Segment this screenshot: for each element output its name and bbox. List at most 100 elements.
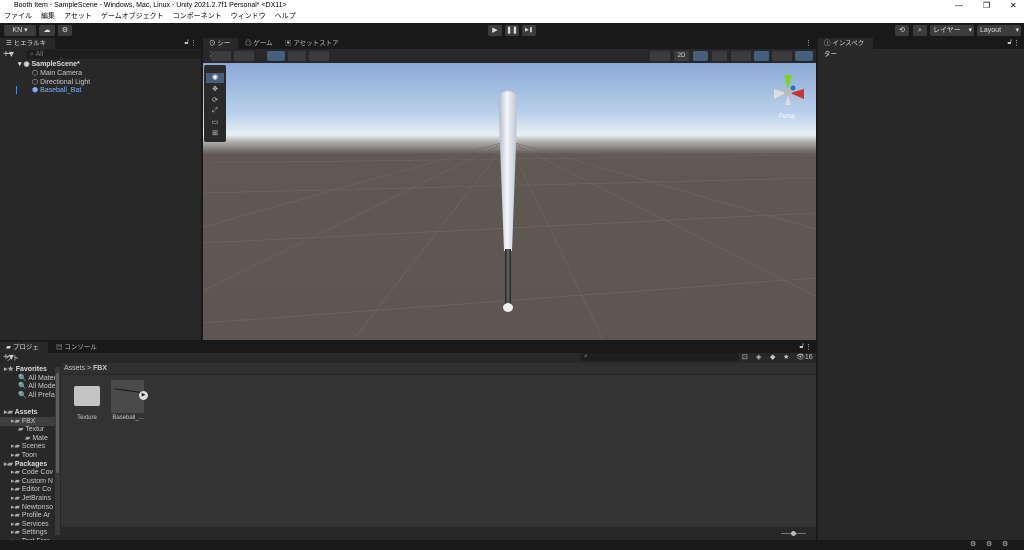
more-icon[interactable]: ⋮: [1013, 39, 1020, 47]
tab-scene[interactable]: ⊙ シーン: [203, 38, 238, 58]
maximize-button[interactable]: ❐: [983, 0, 990, 11]
shading-dropdown[interactable]: [650, 51, 670, 61]
step-button[interactable]: ▶❚: [522, 25, 536, 36]
hierarchy-search-input[interactable]: ⌕ All: [26, 50, 201, 59]
tree-scrollbar[interactable]: [55, 367, 60, 535]
saved-search-icon[interactable]: ◆: [770, 353, 775, 361]
folder-icon: ▸▰: [4, 409, 15, 416]
tab-asset-store[interactable]: ▣ アセットストア: [279, 38, 345, 49]
tree-item-label: Packages: [14, 460, 48, 468]
orientation-gizmo-icon[interactable]: [768, 71, 808, 111]
close-button[interactable]: ✕: [1010, 0, 1017, 11]
main-toolbar: KN ▾ ☁ ⚙ ▶ ❚❚ ▶❚ ⟲ ⌕ レイヤー ▾ Layout ▾: [0, 23, 1024, 38]
lock-icon[interactable]: 🔓︎: [1007, 39, 1012, 47]
grid-snap-button[interactable]: [267, 51, 285, 61]
icon-size-slider[interactable]: [781, 531, 806, 536]
history-icon[interactable]: ⟲: [895, 25, 909, 36]
tree-item-label: Toon: [21, 452, 37, 459]
tree-item-label: Scenes: [21, 443, 46, 451]
menu-component[interactable]: コンポーネント: [173, 13, 222, 20]
layers-dropdown[interactable]: レイヤー ▾: [930, 25, 974, 36]
add-button[interactable]: +▾: [3, 50, 14, 60]
menu-gameobject[interactable]: ゲームオブジェクト: [101, 13, 164, 20]
folder-icon: ▸▰: [11, 495, 22, 502]
folder-icon[interactable]: [74, 386, 100, 406]
tree-item-label: Assets: [14, 409, 38, 416]
more-icon[interactable]: ⋮: [805, 343, 812, 351]
tab-console[interactable]: ▤ コンソール: [50, 342, 103, 353]
tab-label: コンソール: [64, 344, 97, 351]
status-icon-1[interactable]: ⚙: [970, 540, 976, 548]
layout-label: Layout: [980, 27, 1002, 34]
pause-button[interactable]: ❚❚: [505, 25, 519, 36]
lock-icon[interactable]: 🔓︎: [184, 39, 189, 47]
project-search-input[interactable]: ⌕: [581, 353, 739, 361]
persp-label[interactable]: Persp: [779, 114, 795, 120]
tab-inspector[interactable]: ⓘ インスペクター: [818, 38, 873, 58]
draw-mode-dropdown[interactable]: [211, 51, 231, 61]
baseball-bat-knob: [503, 303, 513, 312]
status-icon-2[interactable]: ⚙: [986, 540, 992, 548]
scene-root[interactable]: ▾ ◉ SampleScene*: [18, 60, 80, 69]
lighting-toggle[interactable]: [693, 51, 708, 61]
rotate-tool-icon[interactable]: ⟳: [206, 96, 224, 104]
effects-dropdown[interactable]: [731, 51, 751, 61]
menu-file[interactable]: ファイル: [4, 13, 32, 20]
move-tool-icon[interactable]: ✥: [206, 85, 224, 93]
breadcrumb-assets[interactable]: Assets: [64, 365, 85, 372]
tab-game[interactable]: ◎ ゲーム: [239, 38, 279, 49]
folder-icon: 🔍: [18, 391, 29, 399]
inspector-panel: ⓘ インスペクター 🔓︎ ⋮: [818, 38, 1024, 540]
asset-grid: Texture ▶ Baseball_...: [61, 375, 816, 527]
minimize-button[interactable]: —: [955, 0, 963, 11]
tab-label: アセットストア: [293, 40, 339, 47]
create-button[interactable]: +▾: [3, 353, 14, 363]
snap-settings-button[interactable]: [309, 51, 329, 61]
scale-tool-icon[interactable]: ⤢: [206, 107, 224, 115]
visibility-count[interactable]: 👁︎16: [796, 353, 813, 361]
status-icon-3[interactable]: ⚙: [1002, 540, 1008, 548]
transform-tool-icon[interactable]: ⊞: [206, 129, 224, 137]
lock-icon[interactable]: 🔓︎: [799, 343, 804, 351]
play-preview-icon[interactable]: ▶: [139, 391, 148, 400]
cloud-icon[interactable]: ☁: [39, 25, 55, 36]
view-tool-icon[interactable]: ◉: [206, 73, 224, 83]
search-icon[interactable]: ⌕: [913, 25, 927, 36]
search-by-type-icon[interactable]: ⊡: [742, 353, 748, 361]
gizmos-dropdown[interactable]: [795, 51, 813, 61]
favorite-icon[interactable]: ★: [783, 353, 789, 361]
rect-tool-icon[interactable]: ▭: [206, 118, 224, 126]
increment-snap-button[interactable]: [288, 51, 306, 61]
menu-edit[interactable]: 編集: [41, 13, 55, 20]
menu-assets[interactable]: アセット: [64, 13, 92, 20]
scene-name: SampleScene*: [31, 61, 80, 68]
tab-hierarchy[interactable]: ☰ ヒエラルキー: [0, 38, 55, 58]
2d-toggle[interactable]: 2D: [674, 51, 689, 61]
collab-icon[interactable]: ⚙: [58, 25, 72, 36]
hidden-objects-toggle[interactable]: [754, 51, 769, 61]
layout-dropdown[interactable]: Layout ▾: [977, 25, 1021, 36]
render-mode-dropdown[interactable]: [234, 51, 254, 61]
asset-label-baseball-bat[interactable]: Baseball_...: [109, 415, 147, 421]
tree-item-label: Custom N: [21, 477, 53, 485]
baseball-bat-thumbnail[interactable]: ▶: [111, 380, 148, 413]
tree-item[interactable]: 🔍 All Prefat: [18, 391, 60, 400]
camera-dropdown[interactable]: [772, 51, 792, 61]
project-footer: [61, 527, 816, 540]
search-by-label-icon[interactable]: ◈: [756, 353, 761, 361]
audio-toggle[interactable]: [712, 51, 727, 61]
breadcrumb-fbx[interactable]: FBX: [93, 365, 107, 372]
account-button[interactable]: KN ▾: [4, 25, 36, 36]
hierarchy-item-main-camera[interactable]: ⬡ Main Camera: [32, 69, 82, 78]
more-icon[interactable]: ⋮: [190, 39, 197, 47]
menu-help[interactable]: ヘルプ: [275, 13, 296, 20]
folder-icon: ▸▰: [11, 486, 22, 494]
scene-viewport[interactable]: ◉ ✥ ⟳ ⤢ ▭ ⊞ Persp: [203, 63, 816, 340]
hierarchy-item-baseball-bat[interactable]: ⬢ Baseball_Bat: [32, 86, 81, 95]
layers-label: レイヤー: [933, 27, 961, 34]
folder-icon: ▸▰: [11, 520, 22, 528]
more-icon[interactable]: ⋮: [805, 39, 812, 47]
menu-window[interactable]: ウィンドウ: [231, 13, 266, 20]
asset-label-texture[interactable]: Texture: [69, 415, 105, 421]
play-button[interactable]: ▶: [488, 25, 502, 36]
